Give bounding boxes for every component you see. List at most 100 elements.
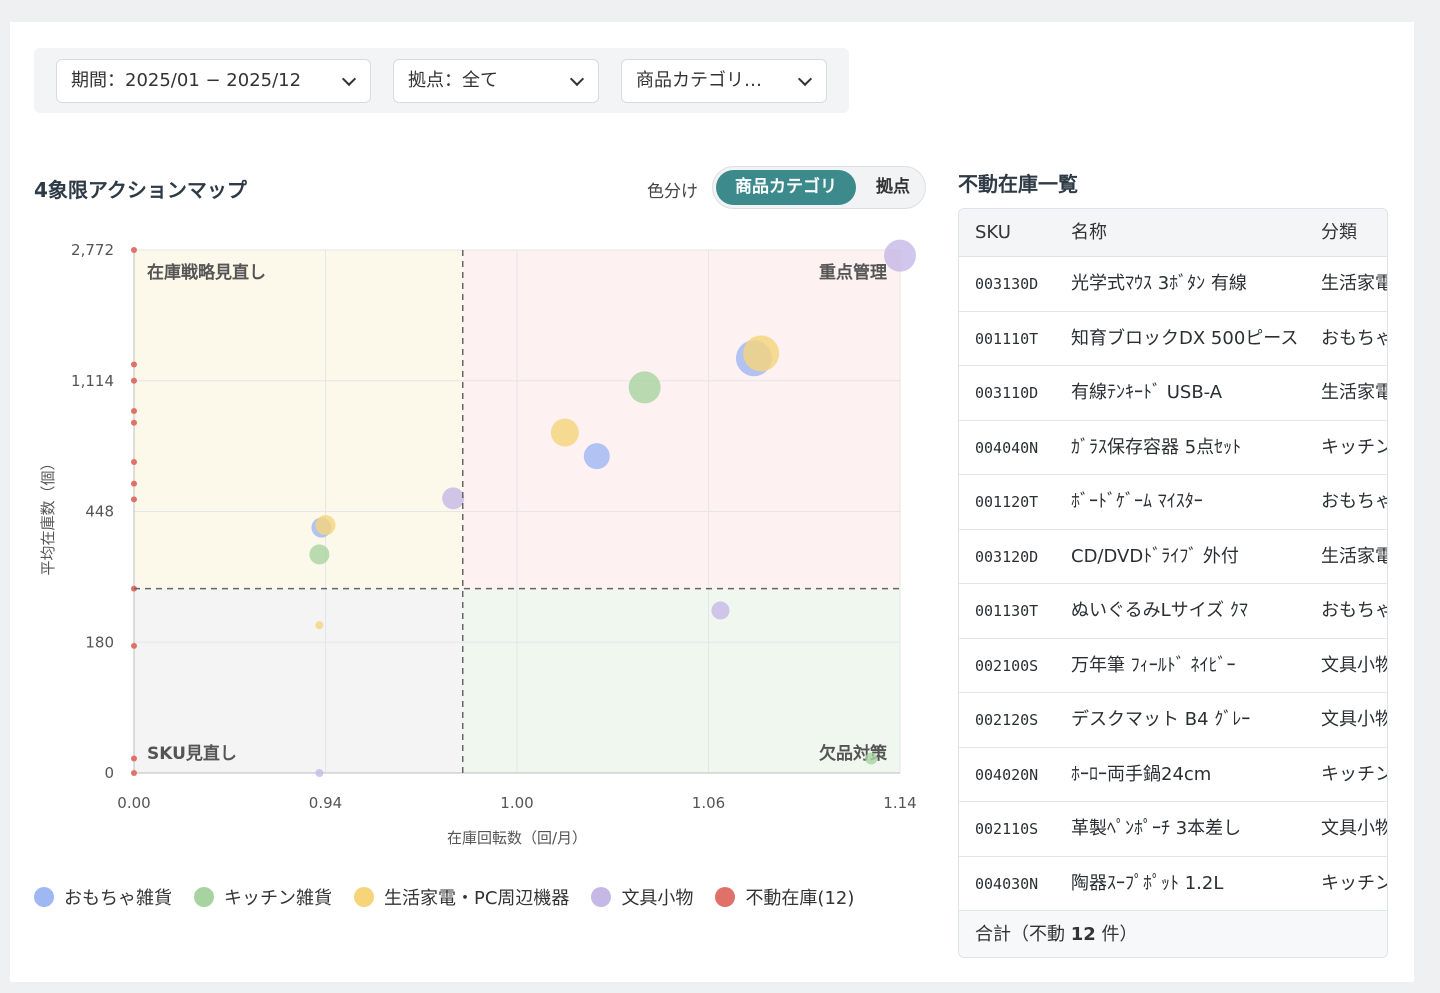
chevron-down-icon [341, 71, 357, 87]
sku-cell: 001110T [975, 329, 1039, 348]
table-row[interactable]: 001110T 知育ブロックDX 500ピースおもちゃ雑貨 [959, 312, 1387, 366]
category-filter-label: 商品カテゴリ：… [636, 70, 776, 91]
location-filter-dropdown[interactable]: 拠点：全て [393, 59, 599, 103]
category-cell: おもちゃ雑貨 [1321, 491, 1387, 512]
data-point [315, 621, 324, 630]
sku-cell: 002110S [975, 820, 1039, 838]
data-point [315, 515, 336, 536]
data-point [131, 480, 137, 487]
toggle-option-location[interactable]: 拠点 [863, 170, 923, 205]
table-row[interactable]: 004040N ｶﾞﾗｽ保存容器 5点ｾｯﾄ キッチン雑貨 [959, 421, 1387, 475]
chart-title: 4象限アクションマップ [34, 178, 247, 202]
y-tick-label: 1,114 [71, 372, 114, 390]
x-axis-title: 在庫回転数（回/月） [447, 829, 587, 847]
footer-count: 12 [1070, 924, 1096, 945]
sku-cell: 004030N [975, 874, 1039, 893]
data-point [315, 769, 324, 777]
y-tick-label: 180 [85, 633, 114, 651]
data-point [583, 443, 610, 470]
dead-stock-table-title: 不動在庫一覧 [958, 172, 1078, 196]
table-row[interactable]: 001120T ﾎﾞｰﾄﾞｹﾞｰﾑ ﾏｲｽﾀｰ おもちゃ雑貨 [959, 475, 1387, 530]
data-point [628, 371, 661, 404]
category-filter-dropdown[interactable]: 商品カテゴリ：… [621, 59, 827, 103]
name-cell: 万年筆 ﾌｨｰﾙﾄﾞ ﾈｲﾋﾞｰ [1071, 654, 1236, 676]
table-row[interactable]: 001130T ぬいぐるみLサイズ ｸﾏ おもちゃ雑貨 [959, 584, 1387, 639]
column-header-name[interactable]: 名称 [1071, 209, 1311, 257]
category-cell: おもちゃ雑貨 [1321, 327, 1387, 349]
name-cell: 有線ﾃﾝｷｰﾄﾞ USB-A [1071, 382, 1223, 403]
table-row[interactable]: 003120D CD/DVDﾄﾞﾗｲﾌﾞ 外付 生活家電・PC周辺機器 [959, 530, 1387, 584]
category-cell: 文具小物 [1321, 709, 1388, 730]
data-point [131, 459, 137, 466]
period-filter-dropdown[interactable]: 期間：2025/01 − 2025/12 [56, 59, 371, 103]
legend-swatch-icon [715, 887, 736, 907]
sku-cell: 003110D [975, 384, 1039, 402]
data-point [442, 487, 465, 510]
quadrant-label-top-right: 重点管理 [819, 262, 887, 283]
sku-cell: 003130D [975, 275, 1039, 293]
legend-item[interactable]: キッチン雑貨 [194, 884, 332, 910]
name-cell: ｶﾞﾗｽ保存容器 5点ｾｯﾄ [1071, 436, 1242, 458]
quadrant-label-top-left: 在庫戦略見直し [147, 262, 266, 283]
data-point [711, 601, 730, 620]
period-filter-label: 期間：2025/01 − 2025/12 [71, 70, 302, 91]
legend-item[interactable]: 生活家電・PC周辺機器 [354, 884, 569, 910]
y-tick-label: 448 [85, 503, 114, 521]
legend-swatch-icon [591, 887, 612, 907]
legend-label: 文具小物 [621, 888, 694, 909]
chevron-down-icon [797, 71, 813, 87]
legend-item[interactable]: 不動在庫(12) [715, 884, 854, 910]
category-cell: 生活家電・PC周辺機器 [1321, 545, 1387, 567]
table-row[interactable]: 002110S 革製ﾍﾟﾝﾎﾟｰﾁ 3本差し 文具小物 [959, 802, 1387, 857]
category-cell: キッチン雑貨 [1321, 872, 1387, 894]
x-tick-label: 1.06 [692, 794, 725, 812]
category-cell: 文具小物 [1321, 654, 1388, 676]
column-header-sku[interactable]: SKU [975, 209, 1065, 257]
quadrant-scatter-chart: 0.00 0.94 1.00 1.06 1.14 0 180 448 1,114 2,772 在庫回… [39, 239, 917, 847]
name-cell: ﾎｰﾛｰ両手鍋24cm [1071, 763, 1212, 785]
quadrant-label-bottom-left: SKU見直し [147, 743, 237, 764]
table-row[interactable]: 002120S デスクマット B4 ｸﾞﾚｰ 文具小物 [959, 693, 1387, 748]
category-cell: キッチン雑貨 [1321, 763, 1387, 785]
table-row[interactable]: 003130D 光学式ﾏｳｽ 3ﾎﾞﾀﾝ 有線 生活家電・PC周辺機器 [959, 257, 1387, 312]
footer-prefix: 合計（不動 [975, 924, 1071, 945]
data-point [743, 335, 780, 372]
data-point [131, 419, 137, 426]
legend-swatch-icon [34, 887, 54, 907]
category-cell: 文具小物 [1321, 818, 1388, 839]
chart-legend: おもちゃ雑貨 キッチン雑貨 生活家電・PC周辺機器 文具小物 不動在庫(12) [34, 884, 876, 910]
toggle-option-category[interactable]: 商品カテゴリ [716, 170, 856, 205]
data-point [131, 377, 137, 384]
name-cell: CD/DVDﾄﾞﾗｲﾌﾞ 外付 [1071, 545, 1239, 567]
table-row[interactable]: 002100S 万年筆 ﾌｨｰﾙﾄﾞ ﾈｲﾋﾞｰ 文具小物 [959, 639, 1388, 693]
sku-cell: 002100S [975, 656, 1039, 675]
data-point [865, 752, 878, 765]
sku-cell: 004040N [975, 438, 1039, 457]
legend-label: キッチン雑貨 [224, 888, 332, 909]
column-header-category[interactable]: 分類 [1321, 209, 1387, 257]
category-cell: 生活家電・PC周辺機器 [1321, 382, 1387, 403]
y-axis-title: 平均在庫数（個） [39, 455, 57, 575]
legend-label: 不動在庫(12) [745, 888, 855, 909]
quadrant-label-bottom-right: 欠品対策 [819, 743, 888, 764]
legend-label: 生活家電・PC周辺機器 [384, 888, 570, 909]
legend-item[interactable]: おもちゃ雑貨 [34, 884, 172, 910]
legend-item[interactable]: 文具小物 [591, 884, 693, 910]
table-row[interactable]: 004020N ﾎｰﾛｰ両手鍋24cm キッチン雑貨 [959, 748, 1387, 802]
name-cell: 革製ﾍﾟﾝﾎﾟｰﾁ 3本差し [1071, 818, 1242, 839]
chevron-down-icon [569, 71, 585, 87]
table-row[interactable]: 004030N 陶器ｽｰﾌﾟﾎﾟｯﾄ 1.2L キッチン雑貨 [959, 857, 1387, 911]
x-tick-label: 1.14 [883, 794, 916, 812]
data-point [131, 755, 137, 762]
table-row[interactable]: 003110D 有線ﾃﾝｷｰﾄﾞ USB-A 生活家電・PC周辺機器 [959, 366, 1387, 421]
name-cell: 陶器ｽｰﾌﾟﾎﾟｯﾄ 1.2L [1071, 872, 1224, 894]
table-body: 003130D光学式ﾏｳｽ 3ﾎﾞﾀﾝ 有線生活家電・PC周辺機器001110T… [959, 257, 1387, 911]
sku-cell: 004020N [975, 765, 1039, 784]
name-cell: ぬいぐるみLサイズ ｸﾏ [1071, 600, 1248, 621]
name-cell: デスクマット B4 ｸﾞﾚｰ [1071, 709, 1251, 730]
footer-suffix: 件） [1095, 924, 1138, 945]
legend-label: おもちゃ雑貨 [64, 888, 172, 909]
color-by-toggle: 商品カテゴリ 拠点 [712, 166, 926, 209]
quadrant-top-right [462, 250, 900, 589]
legend-swatch-icon [354, 887, 374, 907]
